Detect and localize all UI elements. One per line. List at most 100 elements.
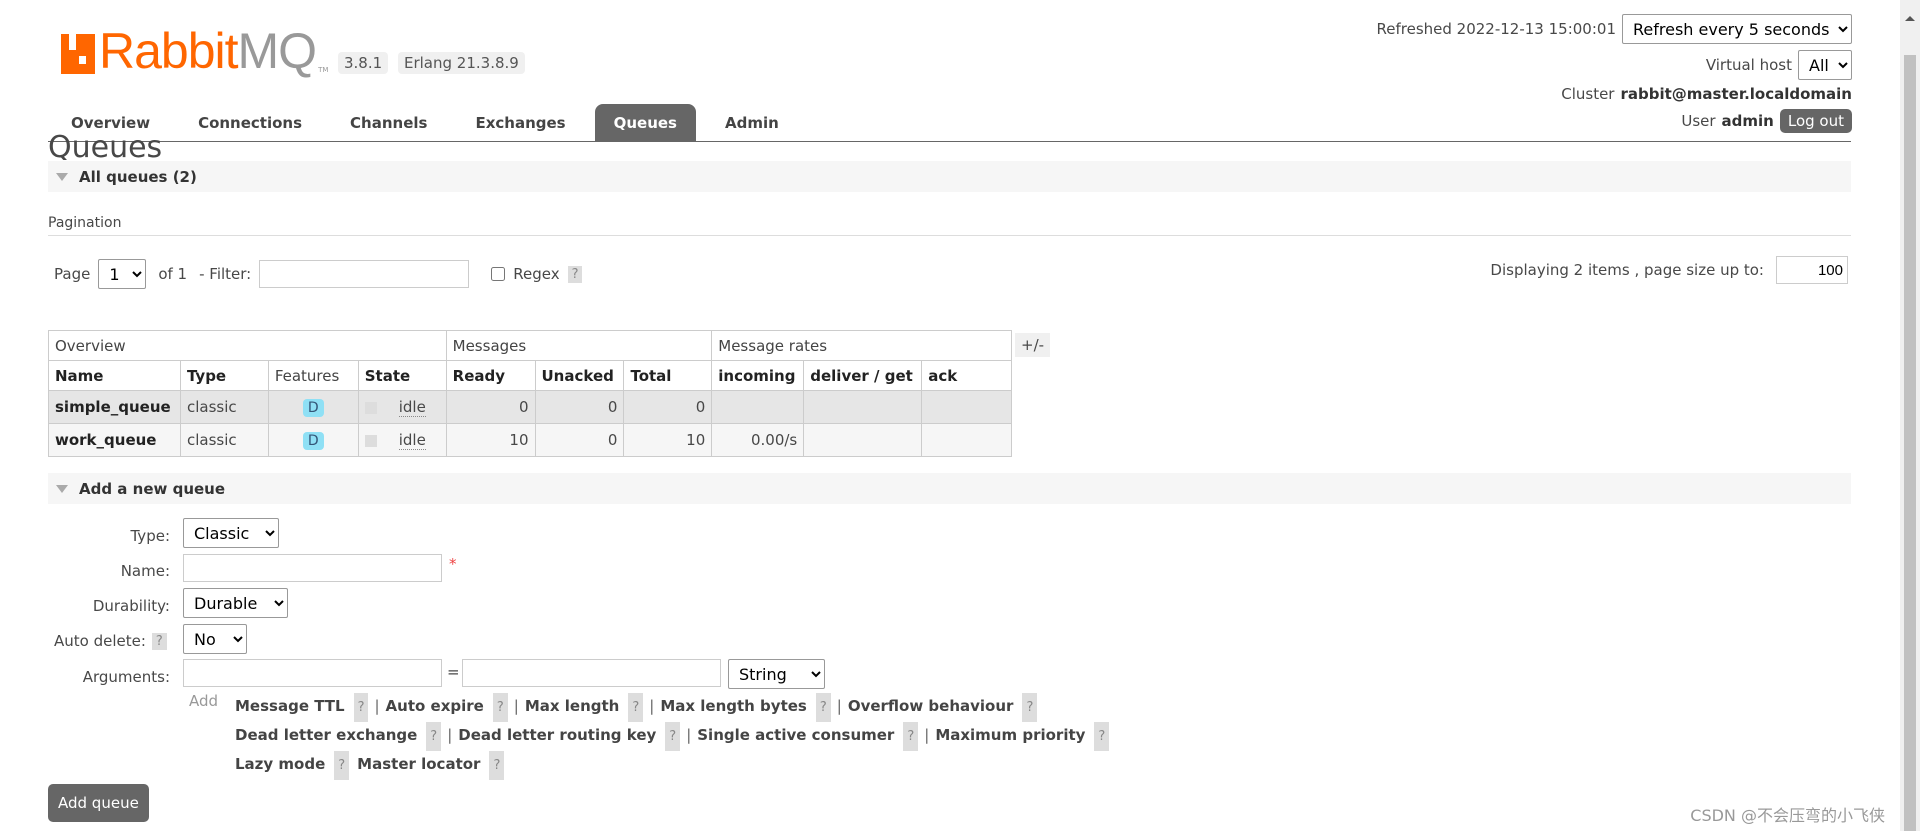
- help-icon[interactable]: ?: [353, 693, 369, 722]
- ready-count: 10: [445, 423, 536, 457]
- regex-label: Regex: [513, 265, 560, 283]
- help-icon[interactable]: ?: [815, 693, 831, 722]
- help-icon[interactable]: ?: [1022, 693, 1038, 722]
- argument-shortcut-link[interactable]: Message TTL: [235, 697, 345, 715]
- name-label: Name:: [120, 562, 170, 580]
- queue-state: idle: [398, 431, 426, 450]
- group-message-rates: Message rates: [711, 330, 1012, 361]
- refresh-select[interactable]: Refresh every 5 seconds: [1622, 14, 1852, 44]
- scroll-up-arrow-icon[interactable]: [1905, 16, 1915, 21]
- help-icon[interactable]: ?: [489, 751, 505, 780]
- argument-shortcut-link[interactable]: Overflow behaviour: [848, 697, 1014, 715]
- queue-name-link[interactable]: simple_queue: [55, 398, 171, 416]
- argument-shortcut-link[interactable]: Master locator: [357, 755, 480, 773]
- filter-label: - Filter:: [199, 265, 252, 283]
- regex-checkbox[interactable]: [491, 267, 506, 281]
- incoming-rate: 0.00/s: [711, 423, 805, 457]
- help-icon[interactable]: ?: [334, 751, 350, 780]
- queue-name-link[interactable]: work_queue: [55, 431, 156, 449]
- help-icon[interactable]: ?: [1094, 722, 1110, 751]
- arguments-label: Arguments:: [82, 668, 170, 686]
- argument-shortcut-link[interactable]: Dead letter routing key: [458, 726, 656, 744]
- auto-delete-label: Auto delete:: [54, 632, 146, 650]
- state-indicator-icon: [364, 401, 377, 414]
- separator: |: [513, 697, 519, 715]
- separator: |: [686, 726, 692, 744]
- erlang-badge: Erlang 21.3.8.9: [398, 52, 525, 74]
- refreshed-text: Refreshed 2022-12-13 15:00:01: [1376, 20, 1616, 38]
- version-badge: 3.8.1: [338, 52, 389, 74]
- argument-shortcut-link[interactable]: Max length: [525, 697, 620, 715]
- help-icon[interactable]: ?: [151, 632, 167, 650]
- auto-delete-select[interactable]: No: [183, 624, 247, 654]
- help-icon[interactable]: ?: [665, 722, 681, 751]
- argument-shortcut-link[interactable]: Maximum priority: [935, 726, 1085, 744]
- total-count: 10: [623, 423, 713, 457]
- argument-shortcut-link[interactable]: Auto expire: [386, 697, 484, 715]
- type-label: Type:: [130, 527, 170, 545]
- argument-shortcut-link[interactable]: Max length bytes: [660, 697, 807, 715]
- add-queue-toggle[interactable]: Add a new queue: [48, 473, 1851, 504]
- queue-name-input[interactable]: [183, 554, 442, 582]
- type-select[interactable]: Classic: [183, 518, 279, 548]
- help-icon[interactable]: ?: [492, 693, 508, 722]
- scrollbar-thumb[interactable]: [1904, 55, 1916, 831]
- column-toggle-button[interactable]: +/-: [1015, 333, 1051, 357]
- durability-label: Durability:: [92, 597, 170, 615]
- argument-shortcut-link[interactable]: Lazy mode: [235, 755, 325, 773]
- cluster-label: Cluster: [1561, 85, 1615, 103]
- queue-type: classic: [179, 390, 269, 424]
- ack-rate: [921, 390, 1012, 424]
- page-size-input[interactable]: [1776, 256, 1848, 284]
- col-type[interactable]: Type: [179, 360, 269, 391]
- col-name[interactable]: Name: [48, 360, 181, 391]
- page-select[interactable]: 1: [98, 259, 147, 289]
- ready-count: 0: [445, 390, 536, 424]
- queue-type: classic: [179, 423, 269, 457]
- durability-select[interactable]: Durable: [183, 588, 288, 618]
- help-icon[interactable]: ?: [426, 722, 442, 751]
- unacked-count: 0: [534, 423, 625, 457]
- argument-shortcut-link[interactable]: Single active consumer: [697, 726, 894, 744]
- queue-state: idle: [398, 398, 426, 417]
- argument-key-input[interactable]: [183, 659, 442, 687]
- col-ready[interactable]: Ready: [445, 360, 536, 391]
- durable-feature-badge: D: [302, 431, 324, 450]
- regex-help-icon[interactable]: ?: [567, 265, 583, 283]
- add-label: Add: [189, 692, 219, 710]
- help-icon[interactable]: ?: [628, 693, 644, 722]
- col-unacked[interactable]: Unacked: [534, 360, 625, 391]
- table-row[interactable]: work_queue classic D idle 10 0 10 0.00/s: [48, 423, 1012, 457]
- queues-table: Overview Messages Message rates Name Type …: [48, 330, 1012, 457]
- watermark: CSDN @不会压弯的小飞侠: [1690, 806, 1885, 825]
- col-incoming[interactable]: incoming: [711, 360, 805, 391]
- col-deliver-get[interactable]: deliver / get: [803, 360, 923, 391]
- tab-connections[interactable]: Connections: [179, 104, 321, 141]
- total-count: 0: [623, 390, 713, 424]
- equals-sign: =: [447, 663, 460, 681]
- add-queue-button[interactable]: Add queue: [48, 784, 149, 822]
- help-icon[interactable]: ?: [903, 722, 919, 751]
- tab-queues[interactable]: Queues: [594, 104, 696, 141]
- all-queues-toggle[interactable]: All queues (2): [48, 161, 1851, 192]
- collapse-triangle-icon: [56, 484, 68, 493]
- argument-shortcut-link[interactable]: Dead letter exchange: [235, 726, 417, 744]
- argument-type-select[interactable]: String: [728, 659, 825, 689]
- filter-input[interactable]: [259, 260, 470, 288]
- incoming-rate: [711, 390, 805, 424]
- table-row[interactable]: simple_queue classic D idle 0 0 0: [48, 390, 1012, 424]
- col-total[interactable]: Total: [623, 360, 713, 391]
- separator: |: [924, 726, 930, 744]
- tab-channels[interactable]: Channels: [331, 104, 446, 141]
- scrollbar[interactable]: [1900, 0, 1920, 831]
- pagination-label: Pagination: [48, 215, 1851, 236]
- vhost-select[interactable]: All: [1798, 50, 1852, 80]
- col-state[interactable]: State: [357, 360, 447, 391]
- collapse-triangle-icon: [56, 172, 68, 181]
- separator: |: [374, 697, 380, 715]
- argument-value-input[interactable]: [462, 659, 721, 687]
- col-ack[interactable]: ack: [921, 360, 1012, 391]
- tab-exchanges[interactable]: Exchanges: [456, 104, 584, 141]
- tab-admin[interactable]: Admin: [706, 104, 798, 141]
- deliver-rate: [803, 423, 923, 457]
